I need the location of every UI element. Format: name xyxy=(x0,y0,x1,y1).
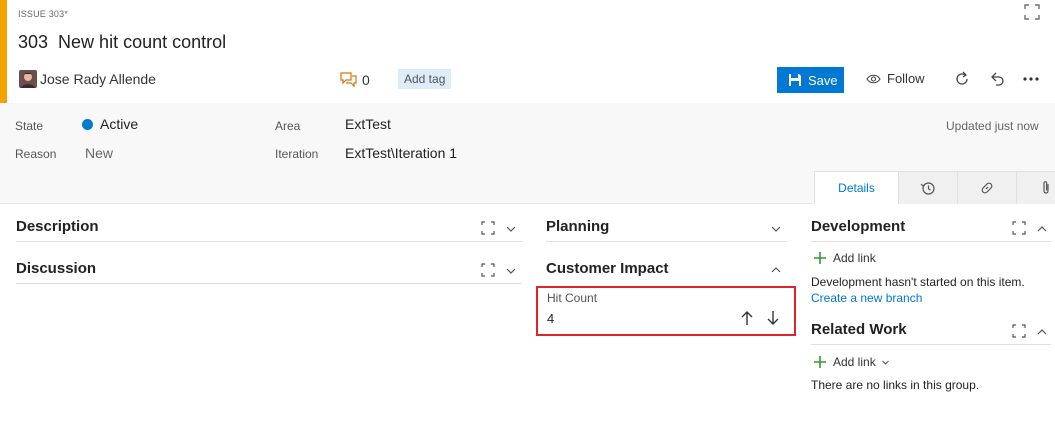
comment-icon[interactable] xyxy=(340,71,357,88)
work-item-type-label: ISSUE 303* xyxy=(18,9,69,19)
tab-attachments[interactable] xyxy=(1016,171,1055,204)
hit-count-value[interactable]: 4 xyxy=(547,311,554,326)
planning-section-title[interactable]: Planning xyxy=(546,218,609,235)
save-icon xyxy=(789,74,801,86)
fullscreen-icon[interactable] xyxy=(1024,4,1040,20)
work-item-title[interactable]: 303 New hit count control xyxy=(18,32,226,53)
divider xyxy=(16,283,522,284)
discussion-section-title[interactable]: Discussion xyxy=(16,260,96,277)
save-label: Save xyxy=(808,72,838,88)
tab-details-label: Details xyxy=(838,180,875,195)
attachment-icon xyxy=(1042,181,1049,194)
area-label: Area xyxy=(275,119,301,133)
development-empty-text: Development hasn't started on this item. xyxy=(811,275,1025,289)
tab-links[interactable] xyxy=(957,171,1016,204)
chevron-down-icon[interactable] xyxy=(505,264,519,278)
fullscreen-icon[interactable] xyxy=(481,221,495,235)
divider xyxy=(546,241,787,242)
plus-icon xyxy=(814,356,826,368)
related-add-link-button[interactable]: Add link xyxy=(814,355,890,369)
tab-details[interactable]: Details xyxy=(814,171,898,204)
reason-label: Reason xyxy=(15,147,57,161)
updated-status: Updated just now xyxy=(946,119,1039,133)
fullscreen-icon[interactable] xyxy=(1012,324,1026,338)
chevron-down-icon xyxy=(881,360,889,365)
chevron-up-icon[interactable] xyxy=(770,263,784,277)
divider xyxy=(16,241,522,242)
history-icon xyxy=(920,182,935,195)
development-add-link-button[interactable]: Add link xyxy=(814,251,876,265)
divider xyxy=(811,344,1051,345)
customer-impact-section-title[interactable]: Customer Impact xyxy=(546,260,669,277)
chevron-up-icon[interactable] xyxy=(1036,222,1050,236)
undo-icon[interactable] xyxy=(988,70,1006,88)
fullscreen-icon[interactable] xyxy=(481,263,495,277)
eye-icon xyxy=(866,74,881,83)
development-add-link-label: Add link xyxy=(833,251,876,265)
more-icon[interactable] xyxy=(1022,70,1040,88)
avatar[interactable] xyxy=(19,70,37,88)
refresh-icon[interactable] xyxy=(953,70,971,88)
hit-count-label: Hit Count xyxy=(547,291,598,305)
reason-field[interactable]: New xyxy=(85,145,113,161)
iteration-field[interactable]: ExtTest\Iteration 1 xyxy=(345,145,457,161)
chevron-up-icon[interactable] xyxy=(1036,325,1050,339)
work-item-header: ISSUE 303* 303 New hit count control Jose… xyxy=(0,0,1055,103)
link-icon xyxy=(981,182,993,194)
fullscreen-icon[interactable] xyxy=(1012,221,1026,235)
work-item-title-text: New hit count control xyxy=(58,32,227,52)
chevron-down-icon[interactable] xyxy=(770,222,784,236)
comment-count[interactable]: 0 xyxy=(362,72,370,88)
work-item-id: 303 xyxy=(18,32,49,52)
arrow-down-icon[interactable] xyxy=(766,310,780,326)
arrow-up-icon[interactable] xyxy=(740,310,754,326)
work-item-type-color-bar xyxy=(0,0,7,103)
related-add-link-label: Add link xyxy=(833,355,876,369)
page-tabs: Details xyxy=(814,171,1055,204)
plus-icon xyxy=(814,252,826,264)
chevron-down-icon[interactable] xyxy=(505,222,519,236)
create-branch-link[interactable]: Create a new branch xyxy=(811,291,922,305)
state-label: State xyxy=(15,119,44,133)
add-tag-button[interactable]: Add tag xyxy=(398,69,452,89)
follow-label: Follow xyxy=(887,71,925,86)
hit-count-control: Hit Count 4 xyxy=(536,286,796,336)
tab-history[interactable] xyxy=(898,171,957,204)
area-field[interactable]: ExtTest xyxy=(345,116,391,132)
related-work-section-title[interactable]: Related Work xyxy=(811,321,907,338)
iteration-label: Iteration xyxy=(275,147,319,161)
development-section-title[interactable]: Development xyxy=(811,218,905,235)
divider xyxy=(811,241,1051,242)
assigned-to[interactable]: Jose Rady Allende xyxy=(40,71,156,87)
follow-button[interactable]: Follow xyxy=(866,71,925,86)
state-indicator xyxy=(82,119,93,130)
related-empty-text: There are no links in this group. xyxy=(811,378,980,392)
save-button[interactable]: Save xyxy=(777,67,844,93)
description-section-title[interactable]: Description xyxy=(16,218,99,235)
state-field[interactable]: Active xyxy=(100,116,138,132)
